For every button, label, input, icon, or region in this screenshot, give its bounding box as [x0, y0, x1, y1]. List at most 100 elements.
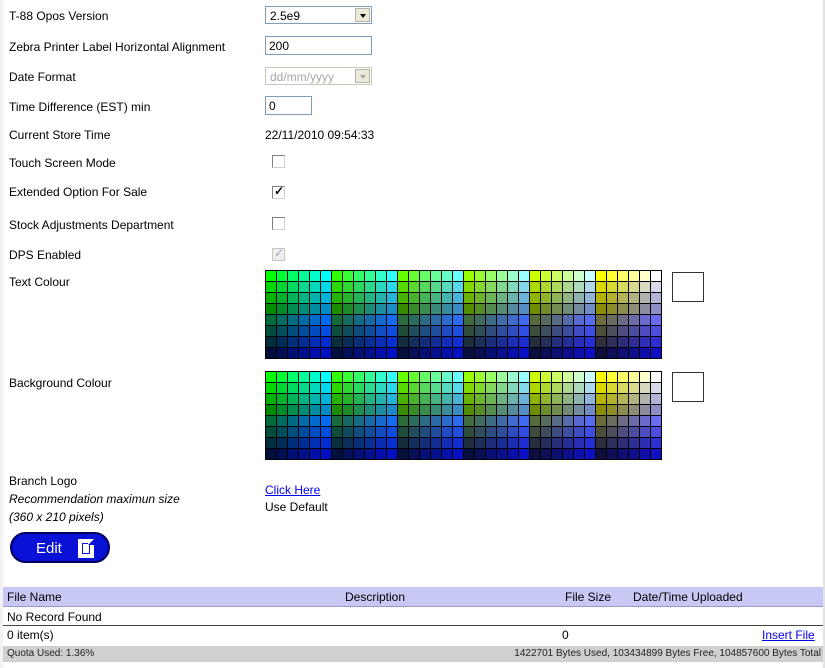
- colour-cell[interactable]: [541, 282, 551, 292]
- colour-cell[interactable]: [552, 449, 562, 459]
- colour-cell[interactable]: [453, 383, 463, 393]
- colour-cell[interactable]: [629, 282, 639, 292]
- colour-cell[interactable]: [585, 282, 595, 292]
- colour-cell[interactable]: [464, 372, 474, 382]
- colour-cell[interactable]: [453, 304, 463, 314]
- colour-cell[interactable]: [332, 348, 342, 358]
- colour-cell[interactable]: [464, 449, 474, 459]
- colour-cell[interactable]: [343, 326, 353, 336]
- colour-cell[interactable]: [464, 405, 474, 415]
- colour-cell[interactable]: [629, 304, 639, 314]
- colour-cell[interactable]: [640, 326, 650, 336]
- colour-cell[interactable]: [629, 337, 639, 347]
- colour-cell[interactable]: [277, 449, 287, 459]
- colour-cell[interactable]: [343, 372, 353, 382]
- colour-cell[interactable]: [398, 383, 408, 393]
- colour-cell[interactable]: [651, 315, 661, 325]
- colour-cell[interactable]: [618, 315, 628, 325]
- colour-cell[interactable]: [321, 348, 331, 358]
- colour-cell[interactable]: [541, 449, 551, 459]
- colour-cell[interactable]: [574, 405, 584, 415]
- colour-cell[interactable]: [310, 326, 320, 336]
- text-colour-palette[interactable]: [265, 270, 662, 359]
- colour-cell[interactable]: [530, 438, 540, 448]
- colour-cell[interactable]: [442, 427, 452, 437]
- colour-cell[interactable]: [321, 271, 331, 281]
- colour-cell[interactable]: [409, 416, 419, 426]
- colour-cell[interactable]: [640, 416, 650, 426]
- colour-cell[interactable]: [607, 315, 617, 325]
- colour-cell[interactable]: [486, 271, 496, 281]
- colour-cell[interactable]: [299, 416, 309, 426]
- colour-cell[interactable]: [332, 383, 342, 393]
- colour-cell[interactable]: [398, 271, 408, 281]
- colour-cell[interactable]: [530, 282, 540, 292]
- colour-cell[interactable]: [365, 394, 375, 404]
- colour-cell[interactable]: [442, 405, 452, 415]
- colour-cell[interactable]: [277, 326, 287, 336]
- colour-cell[interactable]: [310, 293, 320, 303]
- colour-cell[interactable]: [596, 337, 606, 347]
- colour-cell[interactable]: [574, 348, 584, 358]
- colour-cell[interactable]: [376, 271, 386, 281]
- colour-cell[interactable]: [299, 405, 309, 415]
- colour-cell[interactable]: [607, 427, 617, 437]
- colour-cell[interactable]: [629, 405, 639, 415]
- colour-cell[interactable]: [541, 405, 551, 415]
- colour-cell[interactable]: [409, 282, 419, 292]
- colour-cell[interactable]: [552, 372, 562, 382]
- colour-cell[interactable]: [486, 326, 496, 336]
- colour-cell[interactable]: [607, 383, 617, 393]
- colour-cell[interactable]: [585, 348, 595, 358]
- colour-cell[interactable]: [354, 271, 364, 281]
- colour-cell[interactable]: [486, 348, 496, 358]
- colour-cell[interactable]: [398, 405, 408, 415]
- colour-cell[interactable]: [486, 293, 496, 303]
- colour-cell[interactable]: [442, 315, 452, 325]
- colour-cell[interactable]: [519, 383, 529, 393]
- colour-cell[interactable]: [343, 427, 353, 437]
- colour-cell[interactable]: [508, 337, 518, 347]
- colour-cell[interactable]: [266, 394, 276, 404]
- colour-cell[interactable]: [453, 326, 463, 336]
- colour-cell[interactable]: [618, 438, 628, 448]
- colour-cell[interactable]: [420, 293, 430, 303]
- colour-cell[interactable]: [497, 348, 507, 358]
- colour-cell[interactable]: [475, 282, 485, 292]
- colour-cell[interactable]: [409, 315, 419, 325]
- colour-cell[interactable]: [310, 315, 320, 325]
- colour-cell[interactable]: [310, 416, 320, 426]
- colour-cell[interactable]: [607, 394, 617, 404]
- colour-cell[interactable]: [552, 315, 562, 325]
- colour-cell[interactable]: [354, 315, 364, 325]
- colour-cell[interactable]: [376, 304, 386, 314]
- colour-cell[interactable]: [651, 383, 661, 393]
- colour-cell[interactable]: [530, 293, 540, 303]
- colour-cell[interactable]: [398, 449, 408, 459]
- colour-cell[interactable]: [453, 438, 463, 448]
- colour-cell[interactable]: [574, 372, 584, 382]
- colour-cell[interactable]: [508, 438, 518, 448]
- colour-cell[interactable]: [574, 449, 584, 459]
- colour-cell[interactable]: [288, 383, 298, 393]
- colour-cell[interactable]: [519, 337, 529, 347]
- colour-cell[interactable]: [266, 315, 276, 325]
- colour-cell[interactable]: [431, 282, 441, 292]
- colour-cell[interactable]: [596, 427, 606, 437]
- colour-cell[interactable]: [420, 394, 430, 404]
- colour-cell[interactable]: [354, 337, 364, 347]
- colour-cell[interactable]: [288, 372, 298, 382]
- colour-cell[interactable]: [299, 372, 309, 382]
- colour-cell[interactable]: [354, 394, 364, 404]
- colour-cell[interactable]: [398, 326, 408, 336]
- colour-cell[interactable]: [530, 383, 540, 393]
- colour-cell[interactable]: [387, 405, 397, 415]
- colour-cell[interactable]: [431, 348, 441, 358]
- colour-cell[interactable]: [354, 438, 364, 448]
- colour-cell[interactable]: [585, 405, 595, 415]
- colour-cell[interactable]: [409, 372, 419, 382]
- colour-cell[interactable]: [343, 315, 353, 325]
- colour-cell[interactable]: [310, 394, 320, 404]
- colour-cell[interactable]: [464, 315, 474, 325]
- colour-cell[interactable]: [420, 304, 430, 314]
